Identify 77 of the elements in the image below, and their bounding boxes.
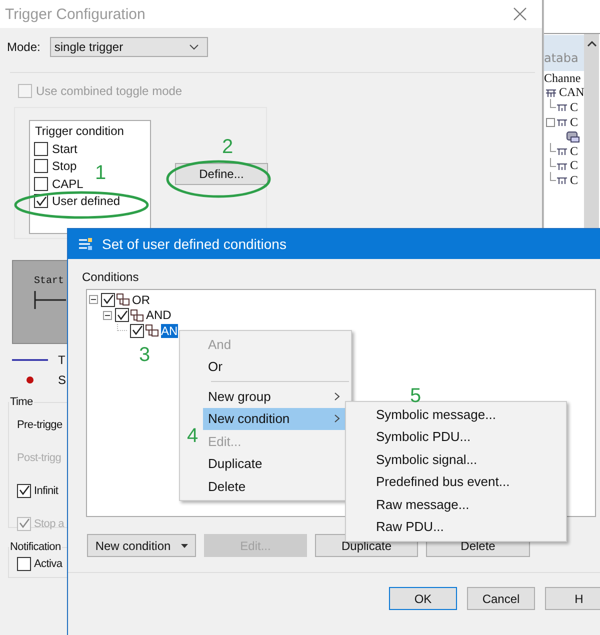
menu-item[interactable]: Delete (203, 475, 349, 498)
legend-label: S (58, 373, 66, 387)
tree-item[interactable]: CAN (559, 85, 584, 100)
dialog-button[interactable]: Cancel (467, 587, 535, 610)
node-icon (566, 130, 580, 143)
checkbox-label: Infinit (34, 484, 58, 496)
diagram-label: Start (34, 276, 64, 287)
checkbox[interactable] (115, 308, 129, 322)
tree-item[interactable]: Channe (544, 71, 584, 86)
checkbox[interactable] (34, 159, 48, 174)
menu-item[interactable]: Predefined bus event... (346, 470, 566, 493)
checkbox[interactable] (34, 142, 48, 156)
menu-item[interactable]: Raw message... (346, 493, 566, 516)
condition-group-icon (145, 324, 159, 338)
tree-item[interactable]: C (570, 114, 578, 130)
tree-node-label[interactable]: AND (146, 308, 172, 322)
condition-group-icon (116, 293, 130, 306)
action-button[interactable]: New condition (87, 534, 196, 557)
tree-item[interactable]: C (570, 100, 578, 115)
caret-icon (180, 544, 188, 548)
group-title: Time (9, 396, 34, 408)
checkbox-label: CAPL (52, 176, 84, 191)
chevron-right-icon (334, 414, 340, 424)
menu-item[interactable]: Symbolic signal... (346, 448, 566, 470)
checkbox-label: Use combined toggle mode (36, 84, 182, 98)
start-marker-drawing (34, 290, 66, 310)
menu-item[interactable]: New group (203, 385, 349, 408)
field-label: Post-trigg (17, 452, 62, 464)
mode-label: Mode: (7, 40, 40, 54)
annotation-number: 5 (410, 386, 422, 406)
annotation-number: 1 (95, 163, 106, 183)
window-title: Trigger Configuration (5, 6, 146, 22)
close-icon[interactable] (513, 7, 527, 21)
channel-icon (556, 160, 568, 171)
checkbox-label: Activa (34, 558, 62, 570)
define-button[interactable]: Define... (175, 163, 268, 185)
menu-item[interactable]: Symbolic message... (346, 403, 566, 426)
legend-line-icon (12, 358, 48, 362)
channel-icon (556, 117, 568, 128)
tree-item[interactable]: C (570, 144, 578, 159)
condition-group-icon (130, 308, 144, 322)
menu-item[interactable]: Duplicate (203, 452, 349, 475)
dialog-button[interactable]: H (545, 587, 600, 610)
chevron-down-icon (189, 44, 200, 50)
checkbox[interactable] (130, 324, 144, 338)
menu-item[interactable]: Symbolic PDU... (346, 426, 566, 448)
tree-node-label[interactable]: OR (132, 292, 150, 307)
group-title: Notification (9, 541, 62, 553)
tree-item[interactable]: C (570, 172, 578, 188)
checkbox[interactable] (34, 176, 48, 191)
list-title: Trigger condition (34, 123, 125, 140)
legend-label: T (58, 353, 66, 367)
checkbox[interactable] (17, 557, 31, 571)
field-label: Pre-trigge (17, 418, 62, 430)
list-settings-icon (78, 237, 94, 251)
annotation-number: 2 (222, 137, 234, 157)
checkbox[interactable] (17, 484, 31, 498)
chevron-right-icon (334, 392, 340, 401)
channel-icon (556, 175, 568, 186)
tree-item[interactable]: C (570, 158, 578, 174)
dialog-button[interactable]: OK (389, 587, 457, 610)
checkbox-label: User defined (52, 194, 120, 208)
channel-icon (556, 146, 568, 156)
mode-dropdown[interactable]: single trigger (50, 37, 208, 57)
window-title: Set of user defined conditions (102, 236, 286, 252)
checkbox-label: Stop a (34, 518, 64, 530)
channel-icon (556, 102, 568, 112)
annotation-number: 3 (139, 345, 150, 365)
menu-item[interactable]: Or (203, 356, 349, 378)
annotation-number: 4 (187, 426, 198, 446)
bus-icon (545, 88, 557, 98)
checkbox[interactable] (101, 292, 115, 307)
checkbox-label: Start (52, 142, 78, 156)
section-label: Conditions (82, 270, 140, 286)
tree-node-label[interactable]: AN (161, 324, 178, 338)
checkbox-label: Stop (52, 159, 77, 174)
legend-dot-icon (26, 376, 34, 384)
